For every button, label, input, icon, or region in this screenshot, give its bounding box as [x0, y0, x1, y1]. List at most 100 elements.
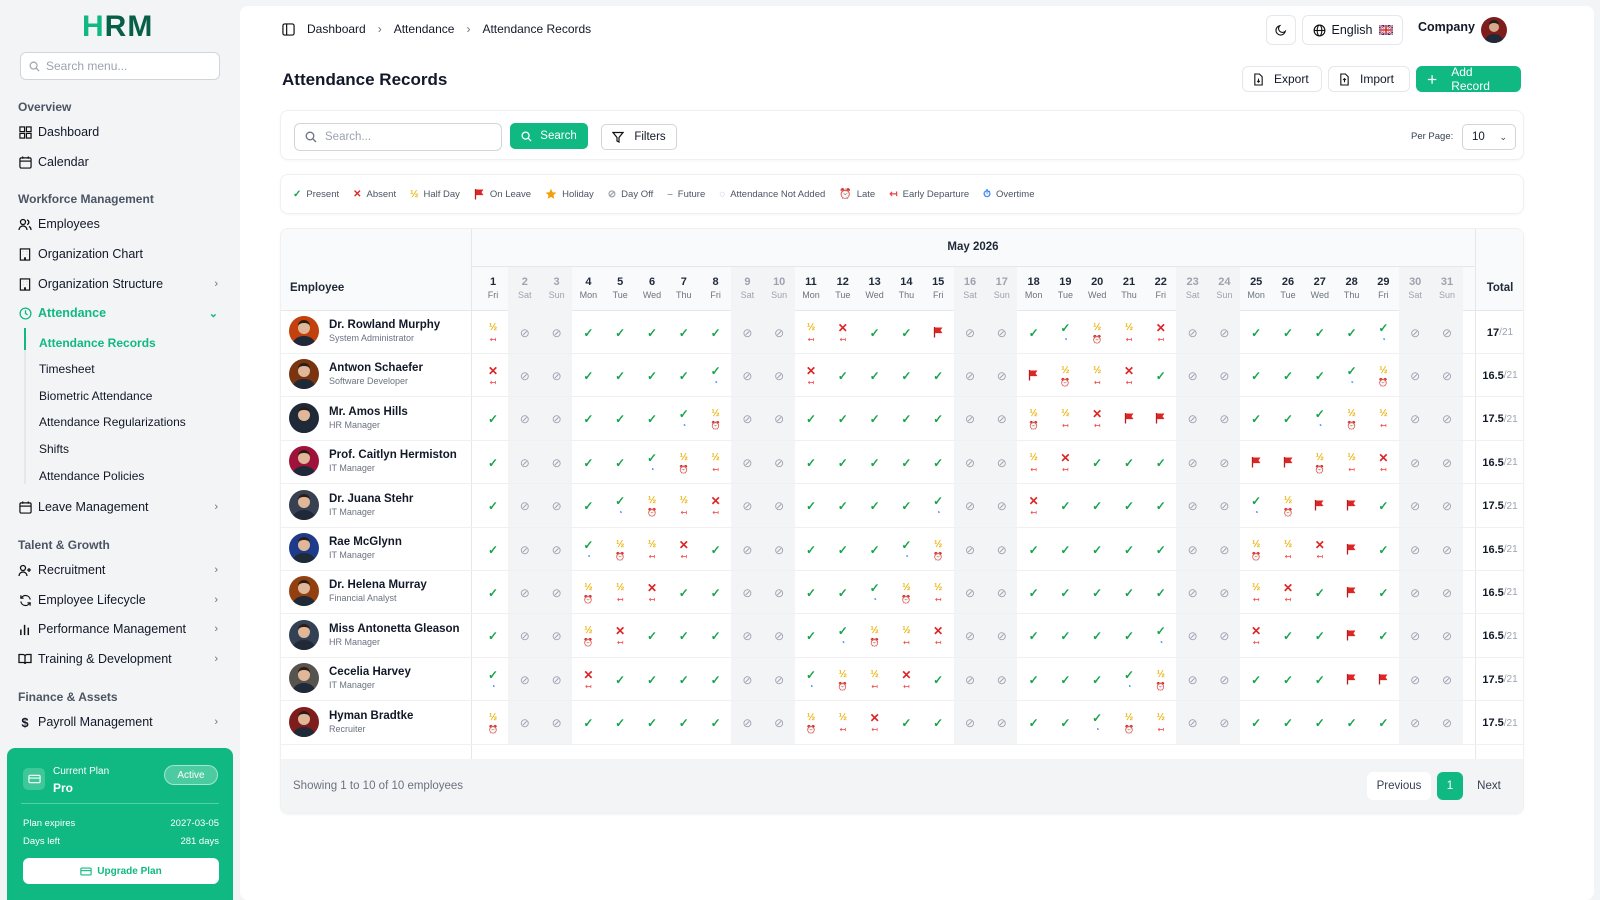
attendance-cell[interactable]: ⊘ [509, 658, 541, 701]
attendance-cell[interactable]: ✓ [922, 658, 954, 701]
attendance-cell[interactable]: ✓ [700, 571, 732, 614]
attendance-cell[interactable]: ✓ [1272, 658, 1304, 701]
attendance-cell[interactable]: ⊘ [763, 311, 795, 354]
attendance-cell[interactable]: ✓ [636, 311, 668, 354]
attendance-cell[interactable]: ✓ ◔ [1304, 398, 1336, 441]
attendance-cell[interactable]: ✓ [1018, 311, 1050, 354]
sidebar-toggle-icon[interactable] [282, 22, 295, 36]
employee-cell[interactable]: Rae McGlynn IT Manager [289, 533, 402, 563]
export-button[interactable]: Export [1242, 66, 1322, 92]
per-page-select[interactable]: 10 ⌄ [1462, 124, 1516, 150]
attendance-cell[interactable]: ✓ ◔ [1113, 658, 1145, 701]
attendance-cell[interactable] [1272, 441, 1304, 484]
attendance-cell[interactable]: ✓ ◔ [572, 528, 604, 571]
attendance-cell[interactable]: ⊘ [1431, 354, 1463, 397]
attendance-cell[interactable]: ✓ ◔ [795, 658, 827, 701]
attendance-cell[interactable]: ⊘ [954, 528, 986, 571]
employee-cell[interactable]: Miss Antonetta Gleason HR Manager [289, 619, 460, 650]
employee-name[interactable]: Prof. Caitlyn Hermiston [329, 448, 457, 462]
attendance-cell[interactable]: ✓ [636, 398, 668, 441]
attendance-cell[interactable]: ⊘ [731, 354, 763, 397]
attendance-cell[interactable]: ⊘ [731, 615, 763, 658]
attendance-cell[interactable]: ✓ [668, 615, 700, 658]
attendance-cell[interactable]: ✕ ↤ [1049, 441, 1081, 484]
attendance-cell[interactable]: ✓ [477, 528, 509, 571]
attendance-cell[interactable]: ⊘ [1431, 398, 1463, 441]
attendance-cell[interactable]: ✕ ↤ [477, 354, 509, 397]
employee-cell[interactable]: Antwon Schaefer Software Developer [289, 359, 423, 390]
sidebar-item-lifecycle[interactable]: Employee Lifecycle › [18, 588, 222, 612]
attendance-cell[interactable]: ⊘ [731, 571, 763, 614]
attendance-cell[interactable]: ½ ↤ [1272, 528, 1304, 571]
attendance-cell[interactable]: ✕ ↤ [1367, 441, 1399, 484]
attendance-cell[interactable]: ⊘ [509, 441, 541, 484]
attendance-cell[interactable]: ✓ [859, 354, 891, 397]
attendance-cell[interactable]: ½ ⏰ [827, 658, 859, 701]
attendance-cell[interactable]: ½ ⏰ [572, 571, 604, 614]
attendance-cell[interactable]: ⊘ [541, 485, 573, 528]
attendance-cell[interactable]: ½ ⏰ [1304, 441, 1336, 484]
attendance-cell[interactable]: ✓ ◔ [890, 528, 922, 571]
attendance-cell[interactable]: ⊘ [1399, 311, 1431, 354]
attendance-cell[interactable]: ✓ [700, 528, 732, 571]
attendance-cell[interactable]: ✓ [477, 398, 509, 441]
attendance-cell[interactable]: ✓ [1145, 441, 1177, 484]
table-row[interactable]: Hyman Bradtke Recruiter ½ ⏰ ⊘ ⊘ ✓ ✓ ✓ ✓ ✓ ⊘ ⊘ ½ ⏰ ½ ↤ ✕ ↤ ✓… [281, 702, 1523, 745]
attendance-cell[interactable]: ½ ⏰ [795, 702, 827, 745]
attendance-cell[interactable]: ⊘ [509, 571, 541, 614]
attendance-cell[interactable]: ✓ [1272, 398, 1304, 441]
attendance-cell[interactable]: ⊘ [509, 398, 541, 441]
attendance-cell[interactable]: ⊘ [1208, 354, 1240, 397]
sidebar-subitem-policies[interactable]: Attendance Policies [39, 466, 144, 486]
attendance-cell[interactable]: ⊘ [541, 571, 573, 614]
table-row[interactable]: Dr. Rowland Murphy System Administrator ½ ↤… [281, 311, 1523, 354]
attendance-cell[interactable]: ⊘ [954, 702, 986, 745]
attendance-cell[interactable]: ½ ⏰ [1145, 658, 1177, 701]
attendance-cell[interactable]: ⊘ [1177, 398, 1209, 441]
attendance-cell[interactable]: ✓ [1367, 571, 1399, 614]
attendance-cell[interactable]: ✕ ↤ [572, 658, 604, 701]
company-label[interactable]: Company [1418, 20, 1475, 34]
attendance-cell[interactable]: ⊘ [1208, 441, 1240, 484]
attendance-cell[interactable]: ½ ↤ [604, 571, 636, 614]
attendance-cell[interactable]: ⊘ [1431, 702, 1463, 745]
attendance-cell[interactable]: ✓ [1272, 702, 1304, 745]
attendance-cell[interactable]: ⊘ [1431, 658, 1463, 701]
attendance-cell[interactable]: ⊘ [1177, 311, 1209, 354]
attendance-cell[interactable]: ✓ [1081, 658, 1113, 701]
attendance-cell[interactable]: ✓ [1304, 311, 1336, 354]
attendance-cell[interactable]: ⊘ [1431, 528, 1463, 571]
attendance-cell[interactable]: ✓ [1145, 528, 1177, 571]
attendance-cell[interactable]: ✓ [636, 702, 668, 745]
attendance-cell[interactable]: ⊘ [1208, 702, 1240, 745]
attendance-cell[interactable]: ✓ [1018, 528, 1050, 571]
employee-name[interactable]: Hyman Bradtke [329, 709, 413, 723]
next-page-button[interactable]: Next [1467, 772, 1511, 800]
attendance-cell[interactable]: ⊘ [763, 615, 795, 658]
attendance-cell[interactable]: ✓ [1113, 615, 1145, 658]
employee-cell[interactable]: Dr. Helena Murray Financial Analyst [289, 576, 427, 607]
table-row[interactable]: Antwon Schaefer Software Developer ✕ ↤ ⊘ ⊘ ✓ ✓ ✓… [281, 354, 1523, 398]
sidebar-item-org-structure[interactable]: Organization Structure › [18, 272, 222, 296]
attendance-cell[interactable]: ✓ [859, 398, 891, 441]
attendance-cell[interactable]: ⊘ [541, 441, 573, 484]
attendance-cell[interactable]: ⊘ [1177, 571, 1209, 614]
attendance-cell[interactable]: ✓ [572, 398, 604, 441]
attendance-cell[interactable]: ⊘ [954, 311, 986, 354]
attendance-cell[interactable]: ✓ [604, 354, 636, 397]
attendance-cell[interactable]: ✓ [1018, 615, 1050, 658]
sidebar-item-leave[interactable]: Leave Management › [18, 495, 222, 519]
attendance-cell[interactable]: ✓ [890, 354, 922, 397]
employee-name[interactable]: Rae McGlynn [329, 535, 402, 549]
attendance-cell[interactable]: ✕ ↤ [922, 615, 954, 658]
attendance-cell[interactable]: ½ ↤ [1049, 398, 1081, 441]
sidebar-item-dashboard[interactable]: Dashboard [18, 120, 222, 144]
attendance-cell[interactable]: ✓ [668, 354, 700, 397]
page-1-button[interactable]: 1 [1437, 772, 1463, 800]
employee-name[interactable]: Mr. Amos Hills [329, 405, 408, 419]
employee-name[interactable]: Cecelia Harvey [329, 665, 411, 679]
attendance-cell[interactable]: ⊘ [541, 702, 573, 745]
attendance-cell[interactable]: ⊘ [954, 658, 986, 701]
attendance-cell[interactable]: ✓ [827, 354, 859, 397]
attendance-cell[interactable]: ½ ⏰ [604, 528, 636, 571]
